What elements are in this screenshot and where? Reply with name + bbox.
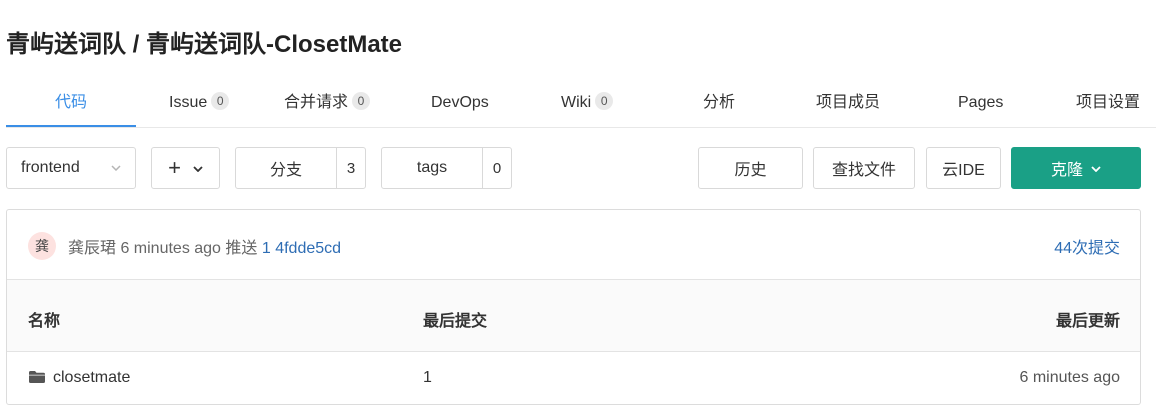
chevron-down-icon [111,162,121,174]
tab-merge-requests[interactable]: 合并请求 0 [284,78,371,127]
total-commits-link[interactable]: 44次提交 [1054,234,1120,258]
tab-label: Wiki [561,94,592,111]
file-name-link[interactable]: closetmate [53,369,130,386]
commit-author-time: 龚辰珺 6 minutes ago 推送 [68,240,262,257]
table-row[interactable]: closetmate 1 6 minutes ago [7,352,1140,404]
repository-file-panel: 龚 龚辰珺 6 minutes ago 推送 1 4fdde5cd 44次提交 … [6,209,1141,405]
tab-label: DevOps [431,94,489,111]
column-header-name: 名称 [28,313,61,330]
tab-members[interactable]: 项目成员 [816,78,880,127]
column-header-last-commit: 最后提交 [423,313,488,330]
clone-button-label: 克隆 [1050,162,1083,179]
chevron-down-icon [1091,159,1101,177]
tab-issue[interactable]: Issue 0 [169,78,230,127]
tab-devops[interactable]: DevOps [431,78,489,127]
tab-label: 项目设置 [1076,94,1141,111]
tab-settings[interactable]: 项目设置 [1076,78,1140,127]
tab-analytics[interactable]: 分析 [703,78,735,127]
folder-icon [28,370,46,389]
avatar[interactable]: 龚 [28,232,56,260]
merge-requests-count-badge: 0 [352,92,371,110]
issue-count-badge: 0 [211,92,230,110]
column-header-last-update: 最后更新 [1055,313,1120,330]
find-file-button[interactable]: 查找文件 [813,147,915,189]
tags-button[interactable]: tags 0 [381,147,512,189]
tab-label: Issue [169,94,208,111]
latest-commit-bar: 龚 龚辰珺 6 minutes ago 推送 1 4fdde5cd 44次提交 [7,210,1140,280]
tab-code[interactable]: 代码 [6,78,136,127]
branches-label: 分支 [269,162,302,179]
last-update-cell: 6 minutes ago [1019,369,1120,386]
plus-icon: + [168,155,181,180]
latest-commit-info: 龚辰珺 6 minutes ago 推送 1 4fdde5cd [68,234,341,258]
tab-wiki[interactable]: Wiki 0 [561,78,614,127]
cloud-ide-button[interactable]: 云IDE [926,147,1001,189]
file-table-header: 名称 最后提交 最后更新 [7,280,1140,352]
tab-label: Pages [958,94,1004,111]
tab-label: 分析 [703,94,736,111]
clone-button[interactable]: 克隆 [1011,147,1141,189]
branch-select-value: frontend [21,159,80,176]
project-nav-tabs: 代码 Issue 0 合并请求 0 DevOps Wiki 0 分析 项目成员 Pag… [6,78,1156,128]
tab-label: 项目成员 [816,94,881,111]
tags-label: tags [416,159,448,176]
tab-label: 代码 [54,94,87,111]
file-name-cell[interactable]: closetmate [28,369,130,389]
tags-count: 0 [482,148,511,188]
page-title: 青屿送词队 / 青屿送词队-ClosetMate [6,31,403,58]
commit-sha-link[interactable]: 1 4fdde5cd [262,240,341,257]
wiki-count-badge: 0 [595,92,614,110]
branch-select[interactable]: frontend [6,147,136,189]
tab-pages[interactable]: Pages [958,78,1003,127]
add-dropdown-button[interactable]: + [151,147,220,189]
branches-count: 3 [336,148,365,188]
chevron-down-icon [193,159,203,177]
branches-button[interactable]: 分支 3 [235,147,366,189]
tab-label: 合并请求 [284,94,349,111]
last-commit-cell[interactable]: 1 [423,369,432,387]
history-button[interactable]: 历史 [698,147,803,189]
